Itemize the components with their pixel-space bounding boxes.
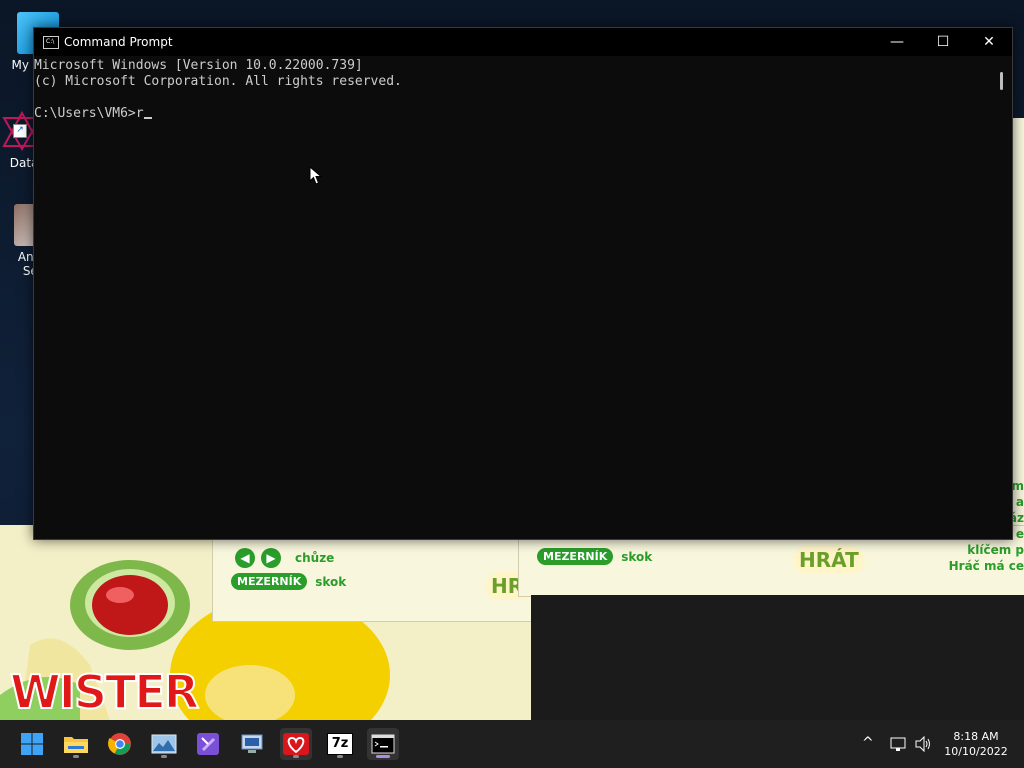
minimize-icon: — [890, 34, 904, 50]
taskbar-heart-game[interactable] [280, 728, 312, 760]
tray-network-icon[interactable] [890, 736, 908, 755]
clock[interactable]: 8:18 AM 10/10/2022 [944, 729, 1008, 759]
jump-control-row: MEZERNÍK skok [537, 548, 652, 565]
console-line: Microsoft Windows [Version 10.0.22000.73… [34, 58, 363, 73]
maximize-button[interactable]: ☐ [920, 28, 966, 56]
jump-label: skok [315, 574, 347, 589]
space-key-badge: MEZERNÍK [231, 573, 308, 590]
taskbar-command-prompt[interactable] [367, 728, 399, 760]
clock-time: 8:18 AM [953, 730, 999, 743]
taskbar-photos[interactable] [148, 728, 180, 760]
taskbar-7zip[interactable]: 7z [324, 728, 356, 760]
game-logo: WISTER [9, 664, 200, 720]
close-icon: ✕ [983, 34, 995, 50]
cmd-app-icon: C:\ [43, 36, 59, 49]
shortcut-arrow-icon: ↗ [13, 124, 27, 138]
show-hidden-icons-chevron-icon[interactable]: ^ [862, 735, 874, 751]
walk-control-row: ◀ ▶ chůze [235, 548, 334, 568]
taskbar-file-explorer[interactable] [60, 728, 92, 760]
clock-date: 10/10/2022 [944, 745, 1008, 758]
instructions-line: Hráč má ce [948, 559, 1024, 573]
window-title: Command Prompt [64, 35, 173, 49]
running-indicator [73, 755, 79, 758]
walk-label: chůze [295, 551, 335, 565]
image-icon [151, 734, 177, 754]
play-button[interactable]: HRÁT [793, 546, 865, 574]
minimize-button[interactable]: — [874, 28, 920, 56]
start-button[interactable] [16, 728, 48, 760]
taskbar-remote-desktop[interactable] [236, 728, 268, 760]
running-indicator [161, 755, 167, 758]
arrow-right-icon: ▶ [261, 548, 281, 568]
monitor-app-icon [241, 734, 263, 753]
text-cursor [143, 117, 152, 119]
taskbar-chrome[interactable] [104, 728, 136, 760]
instructions-line: klíčem p [967, 543, 1024, 557]
taskbar-visual-studio[interactable] [192, 728, 224, 760]
prompt-line[interactable]: C:\Users\VM6>r [34, 106, 996, 122]
running-indicator [376, 755, 390, 758]
prompt-text: C:\Users\VM6> [34, 106, 136, 121]
jump-label: skok [621, 549, 653, 564]
close-button[interactable]: ✕ [966, 28, 1012, 56]
vertical-scrollbar[interactable] [1000, 72, 1003, 90]
space-key-badge: MEZERNÍK [537, 548, 614, 565]
terminal-icon [371, 734, 395, 754]
windows-logo-icon [21, 733, 43, 755]
taskbar: 7z ^ 8:18 AM 10/10/2022 [0, 720, 1024, 768]
vs-icon [197, 733, 219, 755]
tray-volume-icon[interactable] [914, 735, 932, 755]
maximize-icon: ☐ [936, 34, 950, 50]
console-output[interactable]: Microsoft Windows [Version 10.0.22000.73… [34, 58, 996, 538]
arrow-left-icon: ◀ [235, 548, 255, 568]
dark-window-area [531, 595, 1024, 720]
typed-input[interactable]: r [136, 106, 144, 121]
chrome-icon [108, 733, 131, 755]
folder-icon [64, 737, 88, 753]
title-bar[interactable]: C:\ Command Prompt — ☐ ✕ [34, 28, 1012, 56]
command-prompt-window[interactable]: C:\ Command Prompt — ☐ ✕ Microsoft Windo… [33, 27, 1013, 540]
7zip-icon: 7z [327, 733, 353, 755]
running-indicator [337, 755, 343, 758]
running-indicator [293, 755, 299, 758]
mouse-pointer-icon [309, 166, 323, 185]
console-line: (c) Microsoft Corporation. All rights re… [34, 74, 402, 89]
jump-control-row: MEZERNÍK skok [231, 573, 346, 590]
heart-icon [283, 733, 309, 755]
